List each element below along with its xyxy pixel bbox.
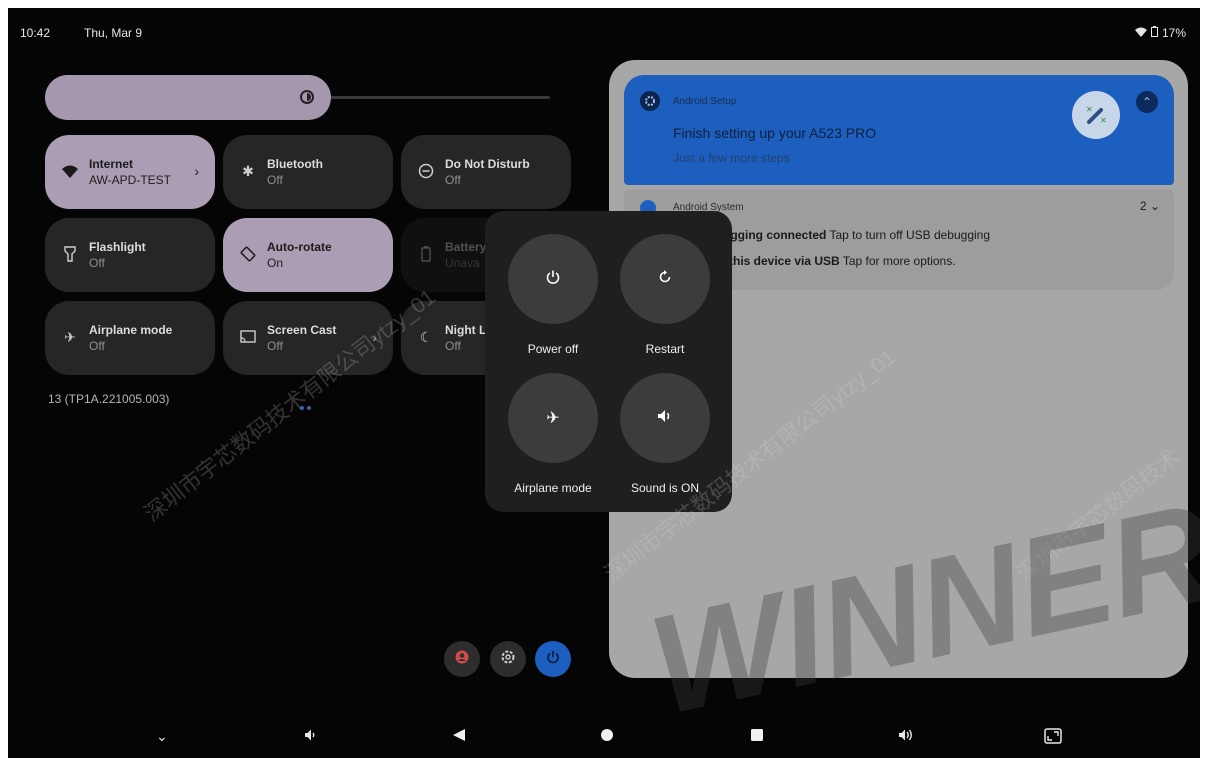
chevron-right-icon: › bbox=[372, 329, 377, 345]
tile-auto-rotate[interactable]: Auto-rotate On bbox=[223, 218, 393, 292]
tile-subtitle: Off bbox=[445, 173, 461, 187]
status-icons: 17% bbox=[1134, 26, 1186, 40]
tile-bluetooth[interactable]: ✱ Bluetooth Off bbox=[223, 135, 393, 209]
volume-down-icon bbox=[305, 729, 315, 741]
android-screen: 10:42 Thu, Mar 9 17% Internet AW-APD-TES… bbox=[8, 8, 1200, 758]
restart-icon bbox=[657, 269, 673, 290]
tile-screen-cast[interactable]: Screen Cast Off › bbox=[223, 301, 393, 375]
settings-button[interactable] bbox=[490, 641, 526, 677]
tile-flashlight[interactable]: Flashlight Off bbox=[45, 218, 215, 292]
brightness-track[interactable] bbox=[300, 96, 550, 99]
brightness-slider[interactable] bbox=[45, 75, 331, 120]
sound-label: Sound is ON bbox=[630, 481, 700, 495]
tile-subtitle: Off bbox=[89, 256, 105, 270]
tile-title: Bluetooth bbox=[267, 157, 323, 171]
airplane-icon: ✈ bbox=[546, 410, 560, 427]
battery-icon bbox=[417, 245, 435, 263]
volume-up-icon bbox=[899, 729, 912, 741]
collapse-button[interactable]: ⌃ bbox=[1136, 91, 1158, 113]
power-icon bbox=[545, 269, 561, 290]
flashlight-icon bbox=[61, 245, 79, 263]
home-icon bbox=[601, 729, 613, 741]
volume-down-button[interactable] bbox=[304, 728, 318, 747]
gear-icon bbox=[640, 91, 660, 111]
airplane-mode-button[interactable]: ✈ bbox=[508, 373, 598, 463]
user-switch-button[interactable] bbox=[444, 641, 480, 677]
recents-icon bbox=[751, 729, 763, 741]
recents-button[interactable] bbox=[750, 728, 764, 747]
tile-title: Flashlight bbox=[89, 240, 146, 254]
tile-do-not-disturb[interactable]: Do Not Disturb Off bbox=[401, 135, 571, 209]
tile-airplane-mode[interactable]: ✈ Airplane mode Off bbox=[45, 301, 215, 375]
brightness-icon[interactable] bbox=[297, 87, 317, 107]
wifi-icon bbox=[61, 162, 79, 180]
airplane-icon: ✈ bbox=[64, 328, 76, 345]
notification-android-setup[interactable]: Android Setup Finish setting up your A52… bbox=[624, 75, 1174, 185]
chevron-down-icon[interactable]: ⌄ bbox=[156, 728, 168, 745]
power-off-label: Power off bbox=[527, 342, 579, 356]
tile-subtitle: Off bbox=[89, 339, 105, 353]
clock: 10:42 bbox=[20, 26, 51, 40]
notification-line-text: Tap to turn off USB debugging bbox=[826, 228, 991, 242]
power-off-button[interactable] bbox=[508, 234, 598, 324]
cast-icon bbox=[239, 328, 257, 346]
restart-button[interactable] bbox=[620, 234, 710, 324]
notification-subtitle: Just a few more steps bbox=[673, 151, 790, 165]
auto-rotate-icon bbox=[239, 245, 257, 263]
airplane-mode-label: Airplane mode bbox=[514, 481, 592, 495]
notification-count: 2 bbox=[1139, 199, 1147, 213]
battery-icon bbox=[1150, 26, 1158, 40]
home-button[interactable] bbox=[600, 728, 614, 747]
moon-icon: ☾ bbox=[419, 328, 433, 345]
tile-title: Do Not Disturb bbox=[445, 157, 530, 171]
chevron-up-icon: ⌃ bbox=[1141, 95, 1153, 109]
tile-subtitle: On bbox=[267, 256, 284, 270]
date: Thu, Mar 9 bbox=[84, 26, 143, 40]
sound-button[interactable] bbox=[620, 373, 710, 463]
page-indicator bbox=[300, 397, 314, 415]
notification-line-text: Tap for more options. bbox=[839, 254, 956, 268]
gear-icon bbox=[500, 649, 516, 670]
volume-up-button[interactable] bbox=[898, 728, 914, 747]
back-button[interactable] bbox=[452, 728, 466, 747]
battery-percent: 17% bbox=[1161, 26, 1186, 40]
notification-app-name: Android Setup bbox=[673, 96, 737, 107]
back-icon bbox=[453, 729, 465, 741]
build-number[interactable]: 13 (TP1A.221005.003) bbox=[48, 392, 169, 406]
speaker-icon bbox=[657, 408, 673, 429]
power-icon bbox=[546, 650, 560, 669]
wifi-icon bbox=[1134, 26, 1147, 40]
do-not-disturb-icon bbox=[417, 162, 435, 180]
magic-wand-icon: ✕ ✕ bbox=[1072, 91, 1120, 139]
bluetooth-icon: ✱ bbox=[242, 162, 254, 179]
restart-label: Restart bbox=[645, 342, 685, 356]
tile-title: Auto-rotate bbox=[267, 240, 332, 254]
svg-text:✕: ✕ bbox=[1100, 116, 1107, 125]
svg-text:✕: ✕ bbox=[1086, 105, 1093, 114]
user-icon bbox=[455, 650, 469, 669]
screenshot-button[interactable] bbox=[1044, 728, 1062, 749]
notification-title: Finish setting up your A523 PRO bbox=[673, 125, 877, 141]
tile-title: Airplane mode bbox=[89, 323, 173, 337]
notification-expand[interactable]: 2 ⌄ bbox=[1140, 199, 1160, 213]
screenshot-icon bbox=[1044, 728, 1062, 744]
chevron-down-icon: ⌄ bbox=[1149, 199, 1160, 213]
chevron-right-icon: › bbox=[194, 163, 199, 179]
tile-internet[interactable]: Internet AW-APD-TEST › bbox=[45, 135, 215, 209]
power-menu-dialog: Power off Restart ✈ Airplane mode Sound … bbox=[485, 211, 732, 512]
power-button[interactable] bbox=[535, 641, 571, 677]
tile-subtitle: Off bbox=[267, 173, 283, 187]
